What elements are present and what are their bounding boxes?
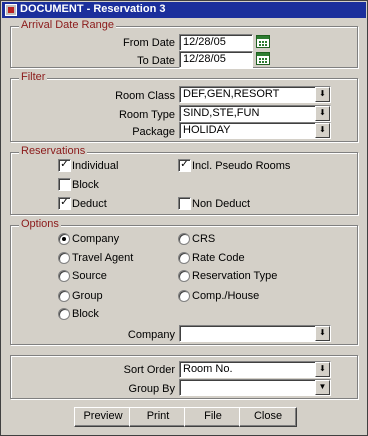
- sort-order-dropdown-icon[interactable]: ⬇: [315, 362, 330, 377]
- app-icon: [5, 4, 17, 16]
- company-field[interactable]: [179, 325, 331, 342]
- individual-label: Individual: [72, 160, 119, 172]
- reservation-type-radio-label: Reservation Type: [192, 270, 278, 282]
- source-radio-label: Source: [72, 270, 107, 282]
- company-label: Company: [127, 329, 175, 341]
- group-radio-label: Group: [72, 290, 103, 302]
- block-radio-label: Block: [72, 308, 99, 320]
- source-radio[interactable]: [58, 270, 70, 282]
- room-type-dropdown-icon[interactable]: ⬇: [315, 106, 330, 121]
- comp-house-radio[interactable]: [178, 290, 190, 302]
- from-date-calendar-icon[interactable]: [256, 35, 270, 48]
- room-type-field[interactable]: SIND,STE,FUN: [179, 105, 331, 122]
- filter-section-title: Filter: [19, 71, 48, 83]
- to-date-field[interactable]: 12/28/05: [179, 51, 253, 68]
- travel-agent-radio[interactable]: [58, 252, 70, 264]
- room-type-label: Room Type: [118, 109, 175, 121]
- rate-code-radio-label: Rate Code: [192, 252, 245, 264]
- close-button[interactable]: Close: [239, 407, 297, 427]
- to-date-calendar-icon[interactable]: [256, 52, 270, 65]
- crs-radio[interactable]: [178, 233, 190, 245]
- company-dropdown-icon[interactable]: ⬇: [315, 326, 330, 341]
- group-by-field[interactable]: [179, 379, 331, 396]
- file-button[interactable]: File: [184, 407, 242, 427]
- options-section-title: Options: [19, 218, 61, 230]
- report-dialog-window: DOCUMENT - Reservation 3 Arrival Date Ra…: [0, 0, 368, 436]
- package-dropdown-icon[interactable]: ⬇: [315, 123, 330, 138]
- from-date-label: From Date: [123, 37, 175, 49]
- preview-button[interactable]: Preview: [74, 407, 132, 427]
- travel-agent-radio-label: Travel Agent: [72, 252, 134, 264]
- deduct-checkbox[interactable]: ✓: [58, 197, 71, 210]
- arrival-section-title: Arrival Date Range: [19, 19, 116, 31]
- deduct-label: Deduct: [72, 198, 107, 210]
- room-class-dropdown-icon[interactable]: ⬇: [315, 87, 330, 102]
- incl-pseudo-rooms-label: Incl. Pseudo Rooms: [192, 160, 291, 172]
- package-field[interactable]: HOLIDAY: [179, 122, 331, 139]
- from-date-field[interactable]: 12/28/05: [179, 34, 253, 51]
- non-deduct-checkbox[interactable]: [178, 197, 191, 210]
- reservations-section-title: Reservations: [19, 145, 88, 157]
- title-bar[interactable]: DOCUMENT - Reservation 3: [2, 2, 366, 18]
- incl-pseudo-rooms-checkbox[interactable]: ✓: [178, 159, 191, 172]
- group-radio[interactable]: [58, 290, 70, 302]
- reservation-type-radio[interactable]: [178, 270, 190, 282]
- room-class-field[interactable]: DEF,GEN,RESORT: [179, 86, 331, 103]
- company-radio-label: Company: [72, 233, 120, 245]
- print-button[interactable]: Print: [129, 407, 187, 427]
- block-checkbox[interactable]: [58, 178, 71, 191]
- non-deduct-label: Non Deduct: [192, 198, 251, 210]
- to-date-label: To Date: [137, 55, 175, 67]
- comp-house-radio-label: Comp./House: [192, 290, 260, 302]
- group-by-dropdown-icon[interactable]: ▼: [315, 380, 330, 395]
- block-radio[interactable]: [58, 308, 70, 320]
- room-class-label: Room Class: [115, 90, 175, 102]
- sort-order-field[interactable]: Room No.: [179, 361, 331, 378]
- company-radio[interactable]: [58, 233, 70, 245]
- window-title: DOCUMENT - Reservation 3: [20, 3, 166, 15]
- block-label: Block: [72, 179, 99, 191]
- rate-code-radio[interactable]: [178, 252, 190, 264]
- sort-order-label: Sort Order: [123, 364, 175, 376]
- individual-checkbox[interactable]: ✓: [58, 159, 71, 172]
- crs-radio-label: CRS: [192, 233, 216, 245]
- package-label: Package: [132, 126, 175, 138]
- group-by-label: Group By: [128, 383, 175, 395]
